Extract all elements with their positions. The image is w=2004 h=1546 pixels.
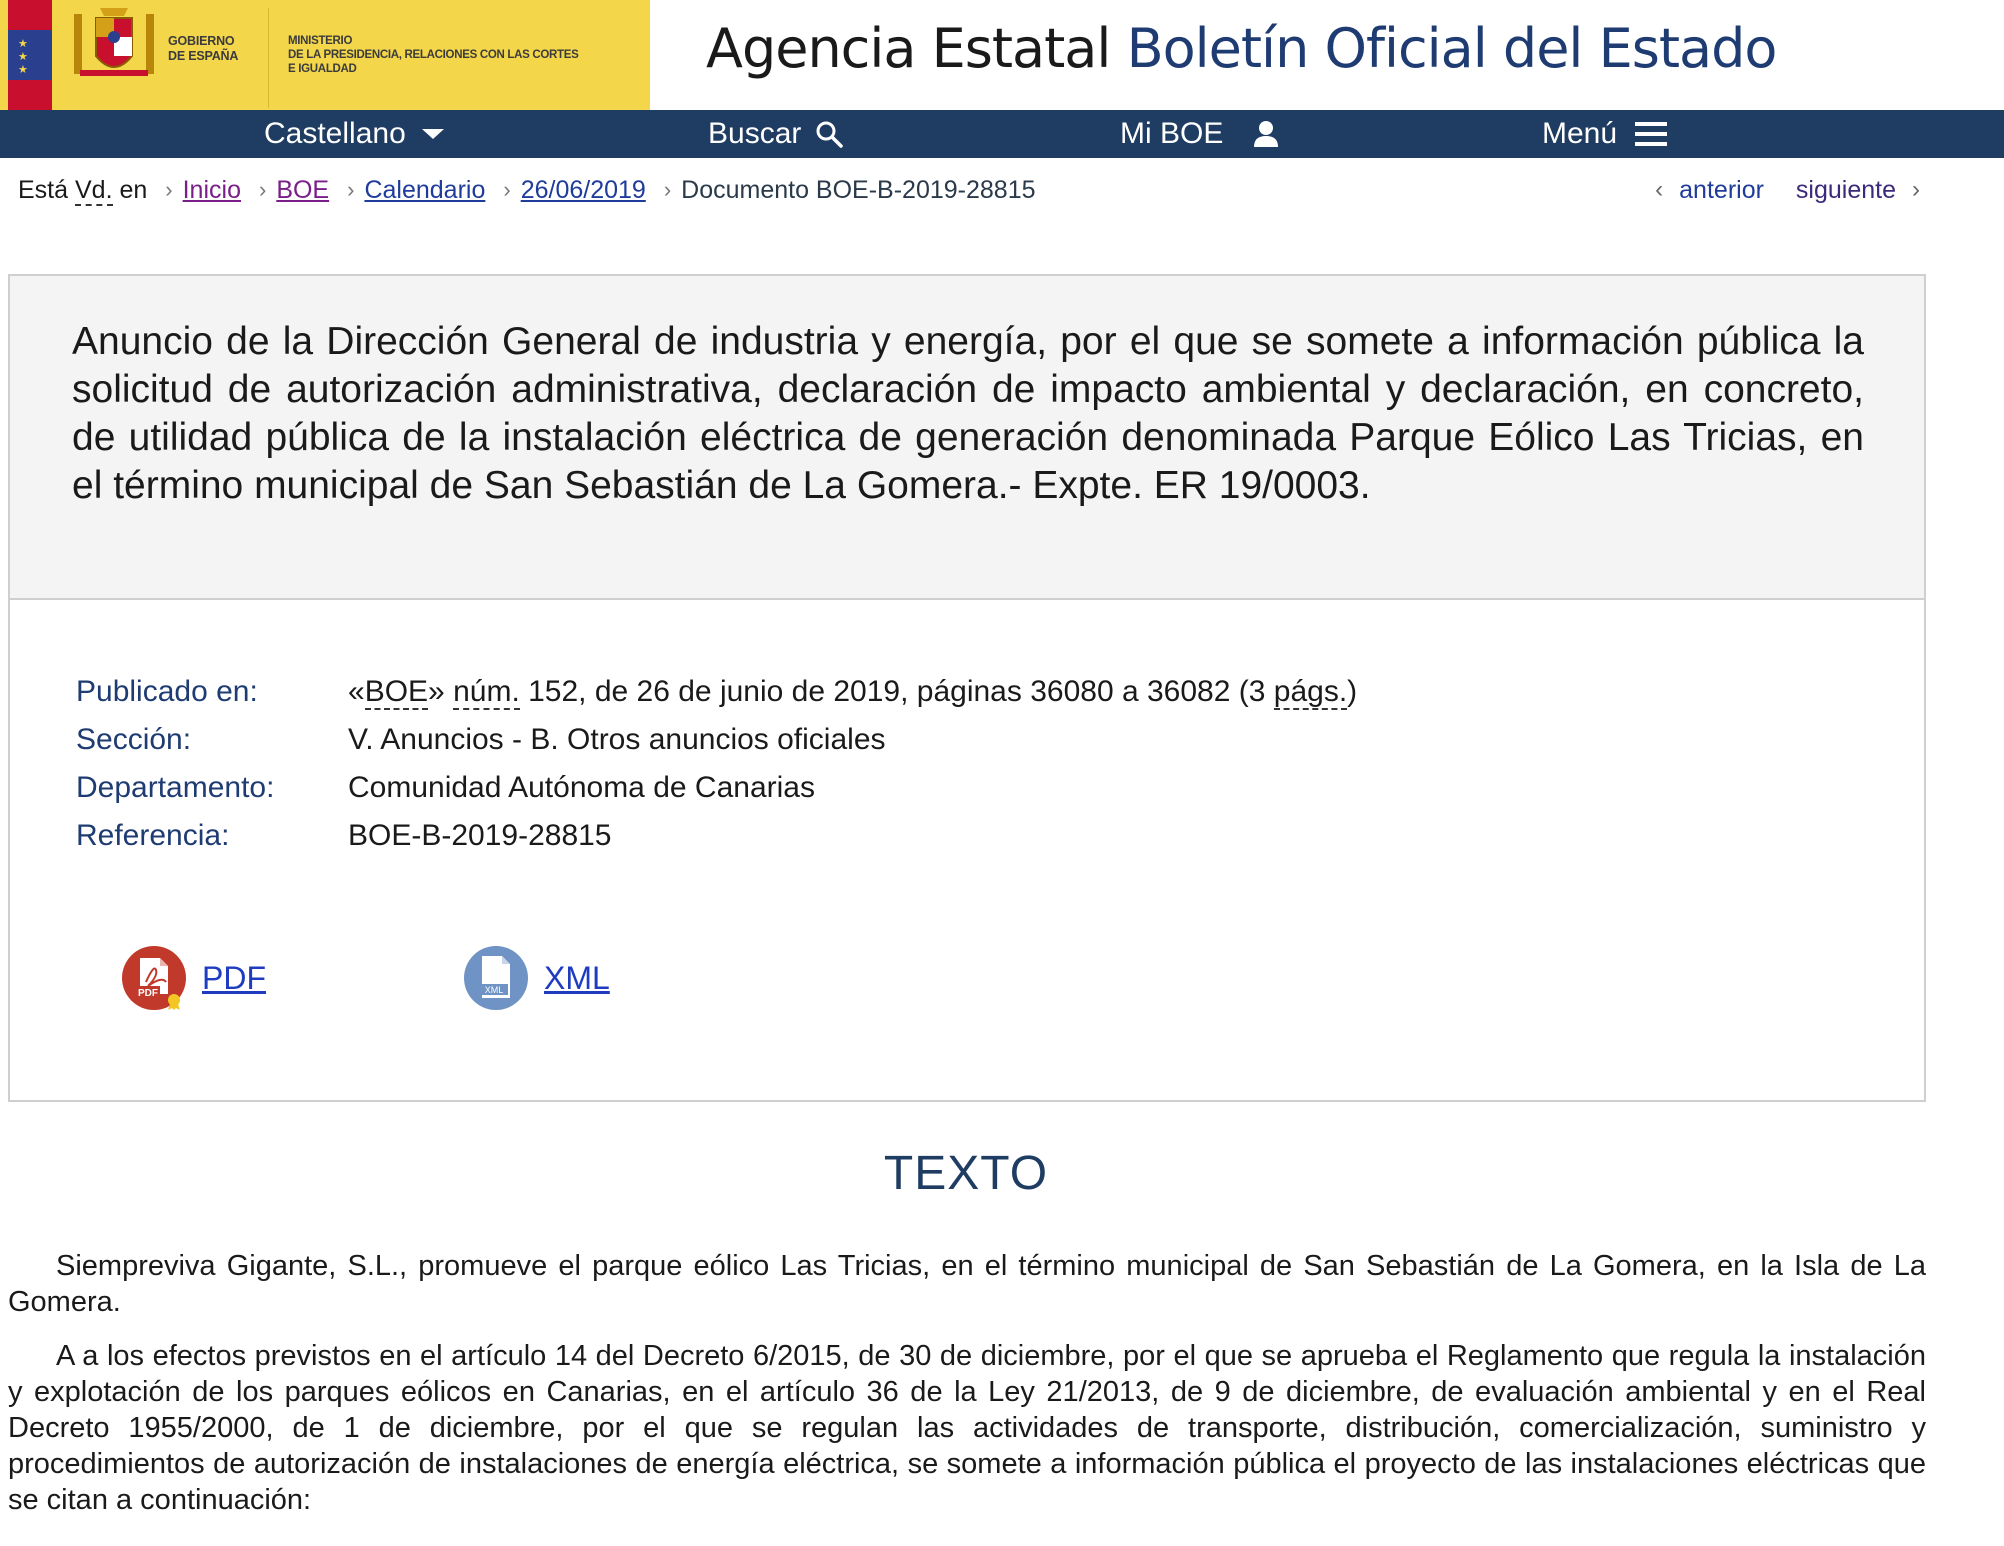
meta-value-reference: BOE-B-2019-28815 xyxy=(348,819,612,852)
document-pager: ‹ anterior siguiente › xyxy=(1655,170,1920,210)
menu-nav-button[interactable]: Menú xyxy=(1542,110,1668,158)
meta-label-section: Sección: xyxy=(76,723,192,756)
agency-title-accent: Boletín Oficial del Estado xyxy=(1126,17,1778,80)
search-label: Buscar xyxy=(708,117,802,150)
chevron-right-icon: › xyxy=(663,177,672,202)
chevron-right-icon: › xyxy=(258,177,267,202)
search-nav-button[interactable]: Buscar xyxy=(708,110,844,158)
num-abbreviation[interactable]: núm. xyxy=(453,675,520,710)
xml-file-icon: XML xyxy=(464,946,528,1010)
meta-label-published: Publicado en: xyxy=(76,675,258,708)
search-icon xyxy=(816,121,844,148)
logo-divider xyxy=(268,8,269,108)
next-document-link[interactable]: siguiente xyxy=(1796,176,1896,205)
chevron-right-icon: › xyxy=(503,177,511,202)
document-body: Siempreviva Gigante, S.L., promueve el p… xyxy=(8,1248,1926,1536)
ministry-label: MINISTERIO DE LA PRESIDENCIA, RELACIONES… xyxy=(288,35,579,75)
breadcrumb: Está Vd. en › Inicio › BOE › Calendario … xyxy=(18,170,1036,210)
body-paragraph: Siempreviva Gigante, S.L., promueve el p… xyxy=(8,1250,1926,1318)
breadcrumb-link-boe[interactable]: BOE xyxy=(276,176,329,205)
language-selector[interactable]: Castellano xyxy=(264,110,446,158)
document-title: Anuncio de la Dirección General de indus… xyxy=(72,320,1864,507)
meta-row-reference: Referencia: BOE-B-2019-28815 xyxy=(76,812,1357,860)
breadcrumb-current: Documento BOE-B-2019-28815 xyxy=(681,175,1036,204)
breadcrumb-link-date[interactable]: 26/06/2019 xyxy=(521,176,646,205)
pdf-download-link[interactable]: PDF PDF xyxy=(122,946,266,1010)
document-panel: Anuncio de la Dirección General de indus… xyxy=(8,274,1926,1102)
breadcrumb-link-inicio[interactable]: Inicio xyxy=(183,176,241,205)
svg-text:XML: XML xyxy=(485,985,504,995)
pdf-link-label: PDF xyxy=(202,959,266,996)
meta-row-published: Publicado en: «BOE» núm. 152, de 26 de j… xyxy=(76,668,1357,716)
body-paragraph: A a los efectos previstos en el artículo… xyxy=(8,1340,1926,1516)
chevron-left-icon: ‹ xyxy=(1655,176,1664,203)
chevron-right-icon: › xyxy=(165,177,173,202)
pags-abbreviation[interactable]: págs. xyxy=(1273,675,1348,710)
menu-label: Menú xyxy=(1542,117,1618,150)
my-boe-nav-button[interactable]: Mi BOE xyxy=(1120,110,1279,158)
vd-abbreviation[interactable]: Vd. xyxy=(74,175,113,206)
meta-row-section: Sección: V. Anuncios - B. Otros anuncios… xyxy=(76,716,1357,764)
xml-link-label: XML xyxy=(544,959,610,996)
government-logo-block[interactable]: ★ ★ ★ GOBIERNO DE ESPAÑA MINISTERIO DE LA … xyxy=(0,0,650,110)
download-links: PDF PDF XML XML xyxy=(122,946,808,1010)
hamburger-icon xyxy=(1635,122,1668,146)
meta-row-department: Departamento: Comunidad Autónoma de Cana… xyxy=(76,764,1357,812)
chevron-down-icon xyxy=(421,129,444,139)
breadcrumb-link-calendario[interactable]: Calendario xyxy=(364,176,485,205)
pdf-file-icon: PDF xyxy=(122,946,186,1010)
boe-abbreviation[interactable]: BOE xyxy=(364,675,429,710)
breadcrumb-prefix: Está Vd. en xyxy=(18,175,148,206)
meta-value-section: V. Anuncios - B. Otros anuncios oficiale… xyxy=(348,723,886,756)
spain-eu-flag-icon: ★ ★ ★ xyxy=(8,0,52,110)
site-header: ★ ★ ★ GOBIERNO DE ESPAÑA MINISTERIO DE LA … xyxy=(0,0,2004,110)
xml-download-link[interactable]: XML XML xyxy=(464,946,610,1010)
texto-heading: TEXTO xyxy=(883,1147,1049,1200)
meta-value-department: Comunidad Autónoma de Canarias xyxy=(348,771,815,804)
my-boe-label: Mi BOE xyxy=(1120,117,1224,150)
document-metadata: Publicado en: «BOE» núm. 152, de 26 de j… xyxy=(76,668,1357,860)
previous-document-link[interactable]: anterior xyxy=(1679,176,1764,205)
government-label: GOBIERNO DE ESPAÑA xyxy=(168,34,239,63)
meta-value-published: «BOE» núm. 152, de 26 de junio de 2019, … xyxy=(348,675,1358,710)
meta-label-department: Departamento: xyxy=(76,771,275,804)
coat-of-arms-icon xyxy=(74,8,154,76)
document-title-box: Anuncio de la Dirección General de indus… xyxy=(10,276,1924,600)
svg-text:PDF: PDF xyxy=(138,988,158,999)
agency-title-prefix: Agencia Estatal xyxy=(706,17,1111,80)
agency-title[interactable]: Agencia Estatal Boletín Oficial del Esta… xyxy=(706,14,1778,84)
meta-label-reference: Referencia: xyxy=(76,819,230,852)
user-icon xyxy=(1254,121,1279,147)
chevron-right-icon: › xyxy=(1912,176,1920,203)
chevron-right-icon: › xyxy=(347,177,355,202)
language-label: Castellano xyxy=(264,117,406,150)
main-navbar: Castellano Buscar Mi BOE Menú xyxy=(0,110,2004,158)
